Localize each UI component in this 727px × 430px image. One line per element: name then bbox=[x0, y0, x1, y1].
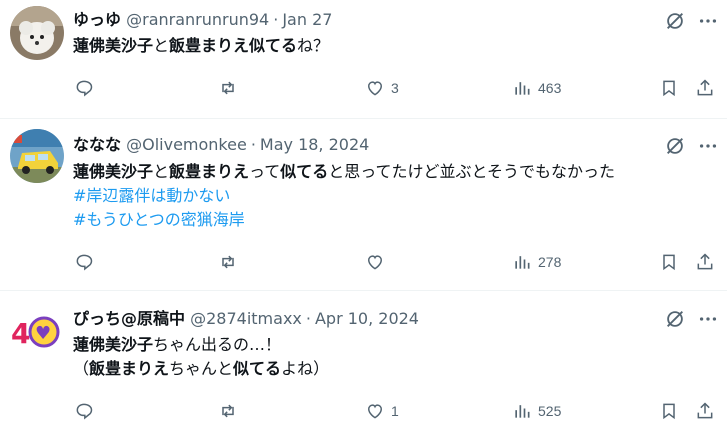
repost-button[interactable] bbox=[218, 400, 244, 422]
text-segment: 蓮佛美沙子 bbox=[73, 335, 154, 354]
reply-icon bbox=[76, 403, 93, 420]
views-count: 278 bbox=[538, 254, 562, 270]
separator-dot: · bbox=[305, 309, 311, 328]
heart-icon bbox=[367, 404, 383, 419]
views-button[interactable]: 463 bbox=[512, 77, 561, 99]
grok-icon[interactable] bbox=[664, 135, 686, 157]
separator-dot: · bbox=[273, 10, 279, 29]
post-date[interactable]: Apr 10, 2024 bbox=[315, 309, 419, 328]
like-button[interactable]: 3 bbox=[365, 77, 399, 99]
hashtag-link[interactable]: #もうひとつの密猟海岸 bbox=[73, 208, 723, 232]
bookmark-icon bbox=[663, 403, 675, 420]
text-segment: って bbox=[249, 162, 281, 181]
post-header: ぴっち@原稿中 @2874itmaxx · Apr 10, 2024 bbox=[73, 307, 419, 331]
avatar[interactable] bbox=[10, 129, 64, 183]
user-handle[interactable]: @Olivemonkee bbox=[126, 135, 247, 154]
reply-button[interactable] bbox=[74, 77, 100, 99]
text-segment: ね？ bbox=[297, 36, 330, 55]
repost-icon bbox=[222, 255, 234, 269]
text-segment: 飯豊まりえ bbox=[169, 162, 250, 181]
repost-button[interactable] bbox=[218, 77, 244, 99]
more-icon[interactable] bbox=[697, 135, 719, 157]
svg-text:♥: ♥ bbox=[35, 323, 51, 344]
like-button[interactable] bbox=[365, 251, 391, 273]
text-segment: と bbox=[153, 162, 170, 181]
text-segment: 似てる bbox=[280, 162, 329, 181]
text-segment: と思ってたけど並ぶとそうでもなかった bbox=[328, 162, 615, 181]
more-icon[interactable] bbox=[697, 10, 719, 32]
user-handle[interactable]: @2874itmaxx bbox=[190, 309, 302, 328]
text-segment: と bbox=[153, 36, 170, 55]
text-segment: ちゃん出るの…！ bbox=[153, 335, 282, 354]
like-count: 3 bbox=[391, 80, 399, 96]
reply-button[interactable] bbox=[74, 251, 100, 273]
post-text: 蓮佛美沙子ちゃん出るの…！ （飯豊まりえちゃんと似てるよね） bbox=[73, 333, 723, 381]
avatar[interactable] bbox=[10, 6, 64, 60]
text-segment: よね） bbox=[281, 359, 330, 378]
text-line: （飯豊まりえちゃんと似てるよね） bbox=[73, 357, 723, 381]
post-date[interactable]: May 18, 2024 bbox=[260, 135, 369, 154]
like-button[interactable]: 1 bbox=[365, 400, 399, 422]
reply-icon bbox=[76, 254, 93, 271]
share-icon bbox=[697, 253, 713, 270]
bookmark-button[interactable] bbox=[659, 251, 679, 273]
views-icon bbox=[515, 256, 530, 269]
post-header: ななな @Olivemonkee · May 18, 2024 bbox=[73, 133, 369, 157]
text-line: 蓮佛美沙子ちゃん出るの…！ bbox=[73, 333, 723, 357]
heart-icon bbox=[367, 81, 383, 96]
views-count: 463 bbox=[538, 80, 562, 96]
views-count: 525 bbox=[538, 403, 562, 419]
bookmark-icon bbox=[663, 80, 675, 97]
post-date[interactable]: Jan 27 bbox=[282, 10, 332, 29]
views-icon bbox=[515, 405, 530, 418]
post-header: ゆっゆ @ranranrunrun94 · Jan 27 bbox=[73, 8, 332, 32]
text-segment: 蓮佛美沙子 bbox=[73, 36, 154, 55]
text-segment: 蓮佛美沙子 bbox=[73, 162, 154, 181]
bookmark-icon bbox=[663, 254, 675, 271]
text-segment: 飯豊まりえ bbox=[89, 359, 170, 378]
grok-icon[interactable] bbox=[664, 308, 686, 330]
avatar[interactable]: 4 ♥ bbox=[10, 305, 64, 359]
post-text: 蓮佛美沙子と飯豊まりえって似てると思ってたけど並ぶとそうでもなかった #岸辺露伴… bbox=[73, 160, 723, 232]
reply-icon bbox=[76, 80, 93, 97]
share-icon bbox=[697, 79, 713, 96]
text-segment: 飯豊まりえ似てる bbox=[169, 36, 298, 55]
user-handle[interactable]: @ranranrunrun94 bbox=[126, 10, 269, 29]
text-segment: （ bbox=[73, 359, 90, 378]
views-icon bbox=[515, 82, 530, 95]
display-name[interactable]: ゆっゆ bbox=[73, 10, 121, 29]
like-count: 1 bbox=[391, 403, 399, 419]
text-segment: ちゃんと bbox=[169, 359, 234, 378]
share-button[interactable] bbox=[695, 251, 715, 273]
post-1[interactable]: ゆっゆ @ranranrunrun94 · Jan 27 蓮佛美沙子と飯豊まりえ似て… bbox=[0, 0, 727, 117]
more-icon[interactable] bbox=[697, 308, 719, 330]
text-segment: 似てる bbox=[233, 359, 282, 378]
grok-icon[interactable] bbox=[664, 10, 686, 32]
repost-icon bbox=[222, 404, 234, 418]
views-button[interactable]: 525 bbox=[512, 400, 561, 422]
repost-button[interactable] bbox=[218, 251, 244, 273]
display-name[interactable]: ぴっち@原稿中 bbox=[73, 309, 185, 328]
share-button[interactable] bbox=[695, 77, 715, 99]
display-name[interactable]: ななな bbox=[73, 135, 121, 154]
bookmark-button[interactable] bbox=[659, 77, 679, 99]
post-2[interactable]: ななな @Olivemonkee · May 18, 2024 蓮佛美沙子と飯豊まり… bbox=[0, 119, 727, 289]
svg-text:4: 4 bbox=[11, 317, 30, 350]
repost-icon bbox=[222, 81, 234, 95]
post-3[interactable]: 4 ♥ ぴっち@原稿中 @2874itmaxx · Apr 10, 2024 蓮佛美… bbox=[0, 291, 727, 430]
views-button[interactable]: 278 bbox=[512, 251, 561, 273]
hashtag-link[interactable]: #岸辺露伴は動かない bbox=[73, 184, 723, 208]
share-button[interactable] bbox=[695, 400, 715, 422]
separator-dot: · bbox=[250, 135, 256, 154]
share-icon bbox=[697, 402, 713, 419]
bookmark-button[interactable] bbox=[659, 400, 679, 422]
heart-icon bbox=[367, 255, 383, 270]
reply-button[interactable] bbox=[74, 400, 100, 422]
post-text: 蓮佛美沙子と飯豊まりえ似てるね？ bbox=[73, 34, 723, 58]
